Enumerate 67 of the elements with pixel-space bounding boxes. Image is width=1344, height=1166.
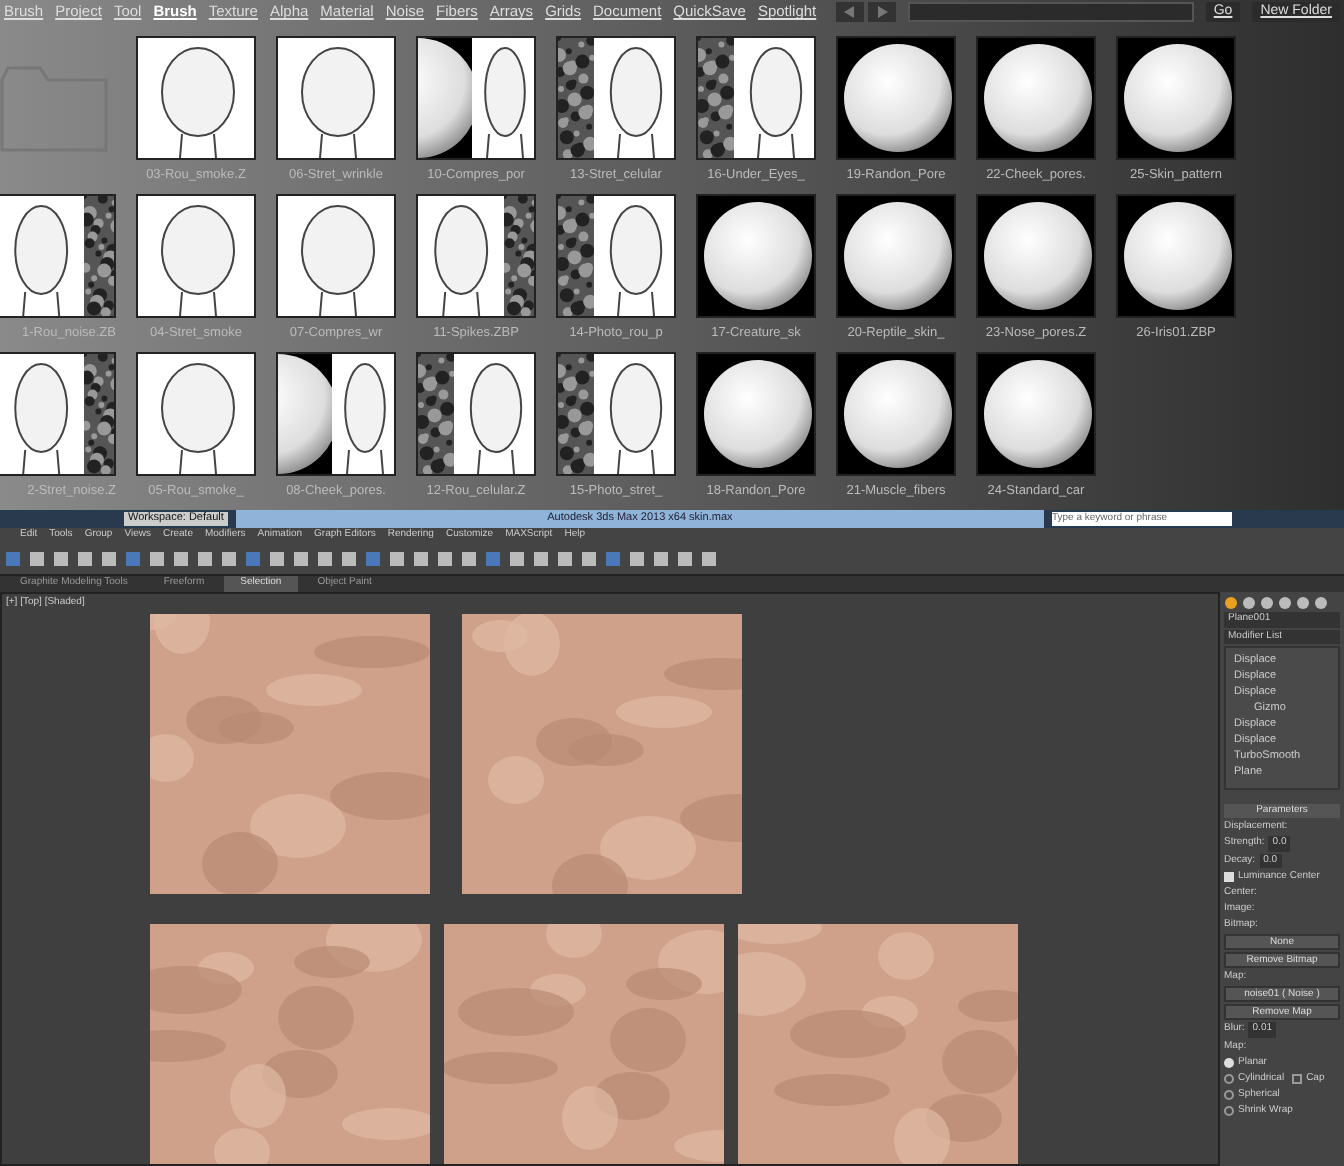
alpha-thumbnail[interactable]: [836, 193, 956, 318]
sphere-icon: [838, 38, 954, 158]
head-figure-icon: [138, 353, 254, 473]
head-figure-icon: [278, 38, 394, 158]
sphere-icon: [978, 195, 1094, 316]
alpha-thumbnail[interactable]: [696, 193, 816, 318]
alpha-thumbnail[interactable]: [556, 36, 676, 160]
checkbox[interactable]: [1224, 872, 1234, 882]
alpha-thumbnail[interactable]: [696, 36, 816, 160]
noise-texture-icon: [558, 353, 594, 473]
head-figure-icon: [472, 38, 534, 158]
radio-button[interactable]: [1224, 1089, 1234, 1099]
alpha-thumbnail[interactable]: [276, 36, 396, 160]
alpha-thumbnail[interactable]: [976, 36, 1096, 160]
alpha-thumbnail[interactable]: [556, 351, 676, 475]
alpha-thumbnail[interactable]: [1116, 193, 1236, 318]
sphere-icon: [978, 353, 1094, 473]
noise-texture-icon: [558, 195, 594, 316]
sphere-icon: [1118, 195, 1234, 316]
alpha-thumbnail[interactable]: [136, 193, 256, 318]
alpha-thumbnail[interactable]: [136, 351, 256, 475]
head-figure-icon: [454, 353, 534, 473]
head-figure-icon: [332, 353, 394, 473]
alpha-thumbnail[interactable]: [0, 351, 116, 475]
alpha-thumbnail[interactable]: [836, 36, 956, 160]
alpha-thumbnail[interactable]: [136, 36, 256, 160]
head-figure-icon: [0, 195, 85, 316]
alpha-thumbnail[interactable]: [276, 351, 396, 475]
alpha-thumbnail[interactable]: [556, 193, 676, 318]
alpha-thumbnail[interactable]: [976, 351, 1096, 475]
noise-texture-icon: [84, 353, 114, 473]
head-figure-icon: [594, 195, 674, 316]
noise-texture-icon: [418, 353, 454, 473]
sphere-icon: [838, 195, 954, 316]
sphere-icon: [1118, 38, 1234, 158]
alpha-thumbnail[interactable]: [276, 193, 396, 318]
head-figure-icon: [138, 195, 254, 316]
path-field[interactable]: [908, 2, 1194, 22]
head-figure-icon: [418, 195, 505, 316]
sphere-icon: [418, 38, 472, 158]
sphere-icon: [698, 195, 814, 316]
sphere-icon: [838, 353, 954, 473]
radio-button[interactable]: [1224, 1057, 1234, 1067]
head-figure-icon: [594, 38, 674, 158]
sphere-icon: [278, 353, 332, 473]
sphere-icon: [698, 353, 814, 473]
alpha-thumbnail[interactable]: [0, 193, 116, 318]
radio-button[interactable]: [1224, 1073, 1234, 1083]
head-figure-icon: [0, 353, 85, 473]
alpha-thumbnail[interactable]: [416, 36, 536, 160]
checkbox[interactable]: [1292, 1073, 1303, 1083]
alpha-thumbnail[interactable]: [696, 351, 816, 475]
head-figure-icon: [734, 38, 814, 158]
head-figure-icon: [594, 353, 674, 473]
sphere-icon: [978, 38, 1094, 158]
noise-texture-icon: [698, 38, 734, 158]
head-figure-icon: [278, 195, 394, 316]
radio-button[interactable]: [1224, 1105, 1234, 1115]
alpha-thumbnail[interactable]: [1116, 36, 1236, 160]
alpha-thumbnail[interactable]: [836, 351, 956, 475]
alpha-thumbnail[interactable]: [976, 193, 1096, 318]
noise-texture-icon: [84, 195, 114, 316]
alpha-thumbnail[interactable]: [416, 193, 536, 318]
noise-texture-icon: [504, 195, 534, 316]
head-figure-icon: [138, 38, 254, 158]
noise-texture-icon: [558, 38, 594, 158]
alpha-thumbnail[interactable]: [416, 351, 536, 475]
